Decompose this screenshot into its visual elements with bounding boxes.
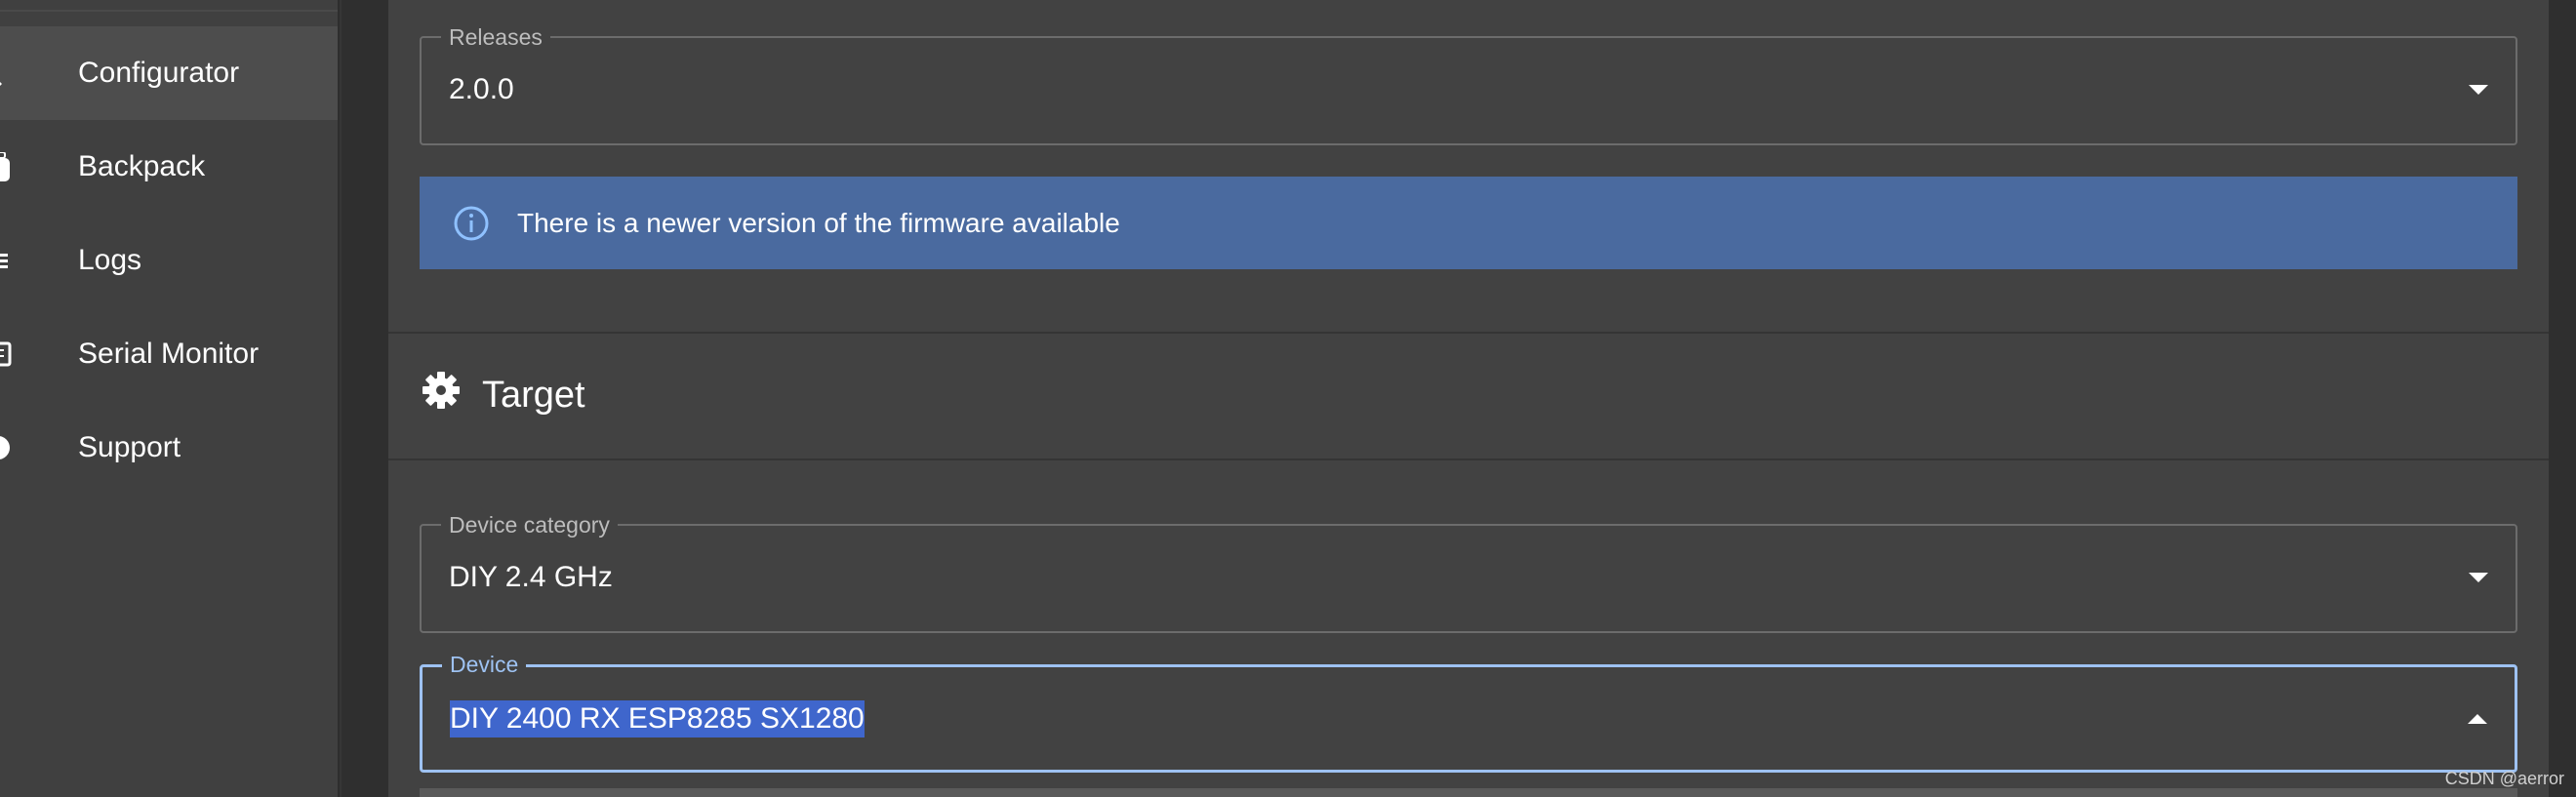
info-icon [453,205,490,242]
sidebar-item-label: Serial Monitor [78,338,260,370]
sidebar-item-label: Logs [78,244,142,276]
serial-monitor-icon [0,339,14,369]
update-alert: There is a newer version of the firmware… [420,177,2517,269]
chevron-up-icon[interactable] [2468,714,2487,724]
device-category-select[interactable]: Device category DIY 2.4 GHz [420,512,2517,633]
sidebar-item-configurator[interactable]: Configurator [0,26,338,120]
dropdown-menu-edge [420,788,2517,797]
watermark: CSDN @aerror [2444,769,2564,788]
sidebar-item-support[interactable]: Support [0,401,338,495]
sidebar-divider [0,10,338,12]
device-category-value: DIY 2.4 GHz [449,561,613,593]
backpack-icon [0,152,14,181]
device-label: Device [442,652,527,677]
releases-label: Releases [441,24,550,50]
gear-icon [422,371,461,410]
wrench-icon [0,59,14,88]
sidebar-item-label: Support [78,431,181,463]
sidebar-item-backpack[interactable]: Backpack [0,120,338,214]
section-divider [388,332,2549,334]
device-input[interactable]: DIY 2400 RX ESP8285 SX1280 [450,700,865,737]
releases-value: 2.0.0 [449,73,514,105]
releases-select[interactable]: Releases 2.0.0 [420,24,2517,145]
help-icon [0,433,14,462]
sidebar-item-serial-monitor[interactable]: Serial Monitor [0,307,338,401]
alert-message: There is a newer version of the firmware… [517,207,1120,238]
device-select[interactable]: Device DIY 2400 RX ESP8285 SX1280 [420,652,2517,773]
section-title: Target [482,375,585,416]
chevron-down-icon[interactable] [2469,85,2488,95]
section-divider [388,458,2549,460]
sidebar-item-label: Configurator [78,57,240,89]
sidebar-item-logs[interactable]: Logs [0,214,338,307]
sidebar-item-label: Backpack [78,150,206,182]
list-icon [0,246,14,275]
sidebar: Configurator Backpack Logs Serial Monito… [0,0,340,797]
device-category-label: Device category [441,512,618,538]
chevron-down-icon[interactable] [2469,573,2488,582]
